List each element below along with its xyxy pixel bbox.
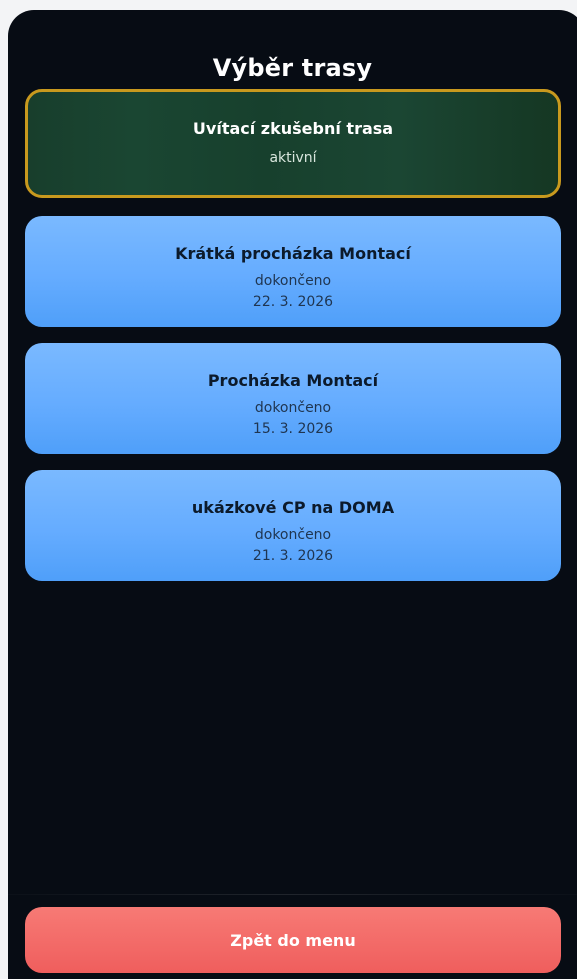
back-to-menu-button[interactable]: Zpět do menu bbox=[25, 907, 561, 973]
route-name: Procházka Montací bbox=[207, 371, 379, 390]
route-date: 22. 3. 2026 bbox=[252, 294, 334, 310]
route-date: 15. 3. 2026 bbox=[252, 421, 334, 437]
route-name: Uvítací zkušební trasa bbox=[192, 119, 394, 138]
route-status: aktivní bbox=[269, 150, 317, 166]
page-title: Výběr trasy bbox=[212, 54, 373, 83]
route-card[interactable]: Procházka Montací dokončeno 15. 3. 2026 bbox=[25, 343, 561, 454]
route-status: dokončeno bbox=[254, 527, 332, 543]
route-selection-panel: Výběr trasy Uvítací zkušební trasa aktiv… bbox=[8, 10, 577, 979]
route-card[interactable]: ukázkové CP na DOMA dokončeno 21. 3. 202… bbox=[25, 470, 561, 581]
route-status: dokončeno bbox=[254, 273, 332, 289]
route-status: dokončeno bbox=[254, 400, 332, 416]
route-name: Krátká procházka Montací bbox=[175, 244, 411, 263]
route-card-active[interactable]: Uvítací zkušební trasa aktivní bbox=[25, 89, 561, 198]
footer-divider bbox=[8, 894, 577, 895]
route-card[interactable]: Krátká procházka Montací dokončeno 22. 3… bbox=[25, 216, 561, 327]
route-list: Uvítací zkušební trasa aktivní Krátká pr… bbox=[25, 89, 561, 597]
route-name: ukázkové CP na DOMA bbox=[191, 498, 395, 517]
route-date: 21. 3. 2026 bbox=[252, 548, 334, 564]
